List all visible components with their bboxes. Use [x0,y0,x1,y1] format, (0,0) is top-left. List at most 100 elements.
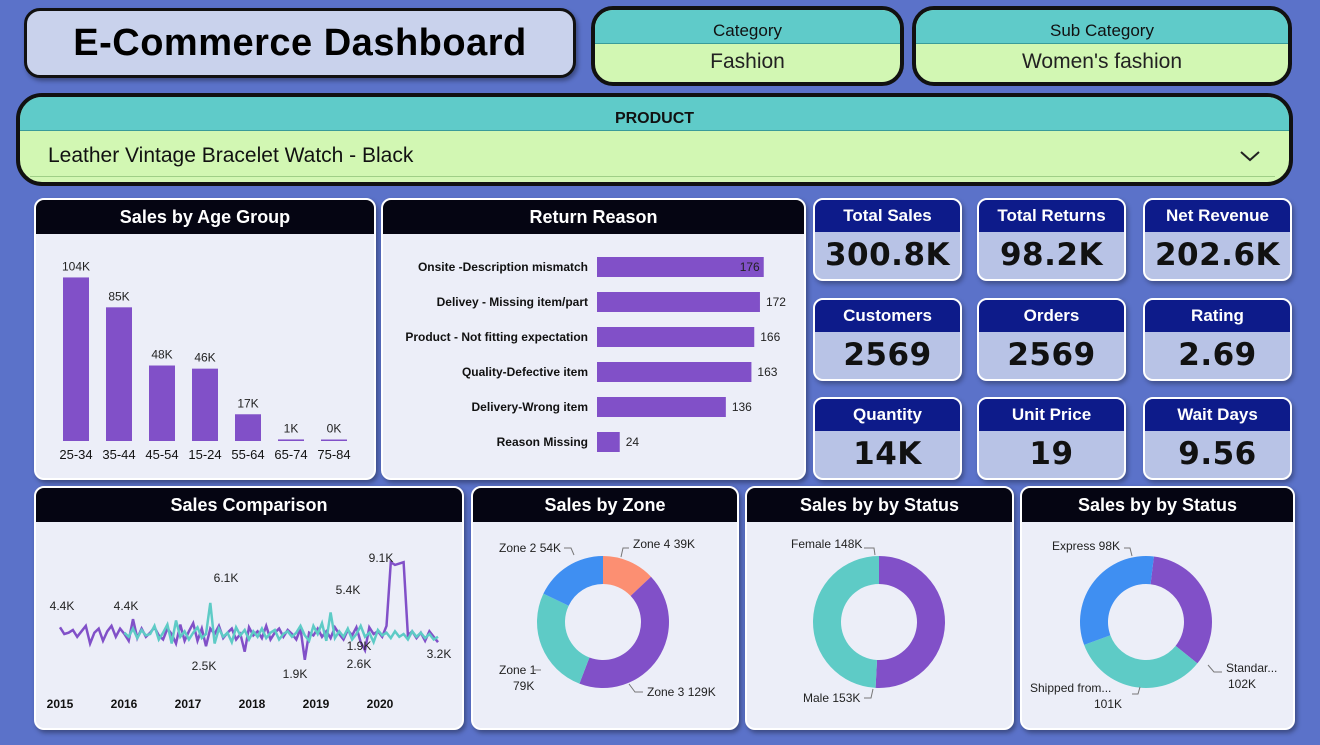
sales-by-status-panel: Sales by by Status Express 98K Standar...… [1020,486,1295,730]
return-category-label: Reason Missing [497,435,588,449]
sales-by-zone-title: Sales by Zone [473,488,737,522]
zone-label: Zone 2 54K [499,541,561,555]
chevron-down-icon[interactable] [1239,145,1261,167]
product-slicer[interactable]: PRODUCT Leather Vintage Bracelet Watch -… [16,93,1293,186]
product-dropdown[interactable]: Leather Vintage Bracelet Watch - Black [30,135,1275,177]
return-value-label: 136 [732,400,752,414]
kpi-value: 2.69 [1178,337,1257,373]
sub-category-slicer[interactable]: Sub Category Women's fashion [912,6,1292,86]
return-category-label: Product - Not fitting expectation [405,330,588,344]
age-bar [321,439,347,441]
gender-leader [864,547,876,556]
return-value-label: 176 [740,260,760,274]
dashboard-title: E-Commerce Dashboard [73,21,527,64]
age-bar-label: 85K [108,289,129,303]
category-slicer-value[interactable]: Fashion [595,44,900,80]
line-data-label: 2.6K [347,657,372,671]
return-category-label: Delivey - Missing item/part [437,295,588,309]
return-reason-title: Return Reason [383,200,804,234]
dashboard-title-box: E-Commerce Dashboard [24,8,576,78]
sales-comparison-chart: 2015 2016 2017 2018 2019 2020 4.4K 4.4K 6.1K 5.4K… [47,551,452,711]
age-bar [192,368,218,441]
status-label: 102K [1228,677,1256,691]
age-tick-label: 65-74 [274,447,307,462]
zone-label: Zone 3 129K [647,685,716,699]
zone-label: Zone 4 39K [633,537,695,551]
gender-slice [812,556,879,688]
zone-leader [628,683,643,693]
age-bar [235,414,261,441]
zone-slice [579,576,669,688]
status-leader [1132,686,1141,695]
return-value-label: 24 [626,435,640,449]
kpi-card: Rating 2.69 [1143,298,1292,381]
age-bar-label: 46K [194,351,215,365]
product-slicer-label: PRODUCT [20,97,1289,131]
return-bar [597,292,760,312]
kpi-label: Rating [1145,300,1290,332]
category-slicer[interactable]: Category Fashion [591,6,904,86]
kpi-value: 98.2K [999,237,1103,273]
age-tick-label: 35-44 [102,447,135,462]
status-slice [1080,556,1154,645]
age-group-title: Sales by Age Group [36,200,374,234]
sub-category-slicer-label: Sub Category [916,10,1288,44]
gender-label: Male 153K [803,691,860,705]
sub-category-slicer-value[interactable]: Women's fashion [916,44,1288,80]
age-group-panel: Sales by Age Group 104K 25-34 85K 35-44 48K 4… [34,198,376,480]
kpi-label: Unit Price [979,399,1124,431]
kpi-card: Net Revenue 202.6K [1143,198,1292,281]
kpi-label: Customers [815,300,960,332]
kpi-value: 14K [853,436,922,472]
line-data-label: 3.2K [427,647,452,661]
line-data-label: 1.9K [347,639,372,653]
gender-label: Female 148K [791,537,862,551]
status-label: Express 98K [1052,539,1120,553]
zone-slice [537,593,590,684]
return-bar [597,362,752,382]
year-tick-label: 2017 [175,697,202,711]
age-tick-label: 25-34 [59,447,92,462]
line-data-label: 9.1K [369,551,394,565]
year-tick-label: 2020 [367,697,394,711]
kpi-value: 2569 [1007,337,1096,373]
status-slice [1150,556,1212,664]
zone-label: Zone 1 [499,663,537,677]
return-bar [597,327,755,347]
sales-by-gender-chart: Female 148K Male 153K [791,537,945,705]
age-tick-label: 45-54 [145,447,178,462]
year-tick-label: 2015 [47,697,74,711]
kpi-label: Total Returns [979,200,1124,232]
return-category-label: Delivery-Wrong item [472,400,588,414]
kpi-card: Orders 2569 [977,298,1126,381]
sales-by-zone-chart: Zone 4 39K Zone 2 54K Zone 1 79K Zone 3 129K [499,537,716,699]
kpi-card: Customers 2569 [813,298,962,381]
kpi-card: Total Returns 98.2K [977,198,1126,281]
age-tick-label: 75-84 [317,447,350,462]
year-tick-label: 2016 [111,697,138,711]
return-reason-panel: Return Reason Onsite -Description mismat… [381,198,806,480]
sales-by-gender-title: Sales by by Status [747,488,1012,522]
status-leader [1124,547,1133,557]
line-data-label: 4.4K [50,599,75,613]
status-label: 101K [1094,697,1122,711]
age-bar [149,365,175,441]
kpi-card: Total Sales 300.8K [813,198,962,281]
sales-by-status-chart: Express 98K Standar... 102K Shipped from...… [1030,539,1277,711]
age-bar-label: 17K [237,396,258,410]
zone-leader [620,547,629,558]
kpi-card: Wait Days 9.56 [1143,397,1292,480]
product-dropdown-value: Leather Vintage Bracelet Watch - Black [48,143,414,167]
age-bar-label: 48K [151,348,172,362]
return-bar [597,397,726,417]
year-tick-label: 2019 [303,697,330,711]
line-data-label: 4.4K [114,599,139,613]
age-bar [106,307,132,441]
kpi-value: 19 [1029,436,1074,472]
return-value-label: 163 [757,365,777,379]
status-leader [1207,664,1222,673]
sales-by-gender-panel: Sales by by Status Female 148K Male 153K [745,486,1014,730]
age-tick-label: 15-24 [188,447,221,462]
kpi-label: Wait Days [1145,399,1290,431]
age-bar [278,439,304,441]
